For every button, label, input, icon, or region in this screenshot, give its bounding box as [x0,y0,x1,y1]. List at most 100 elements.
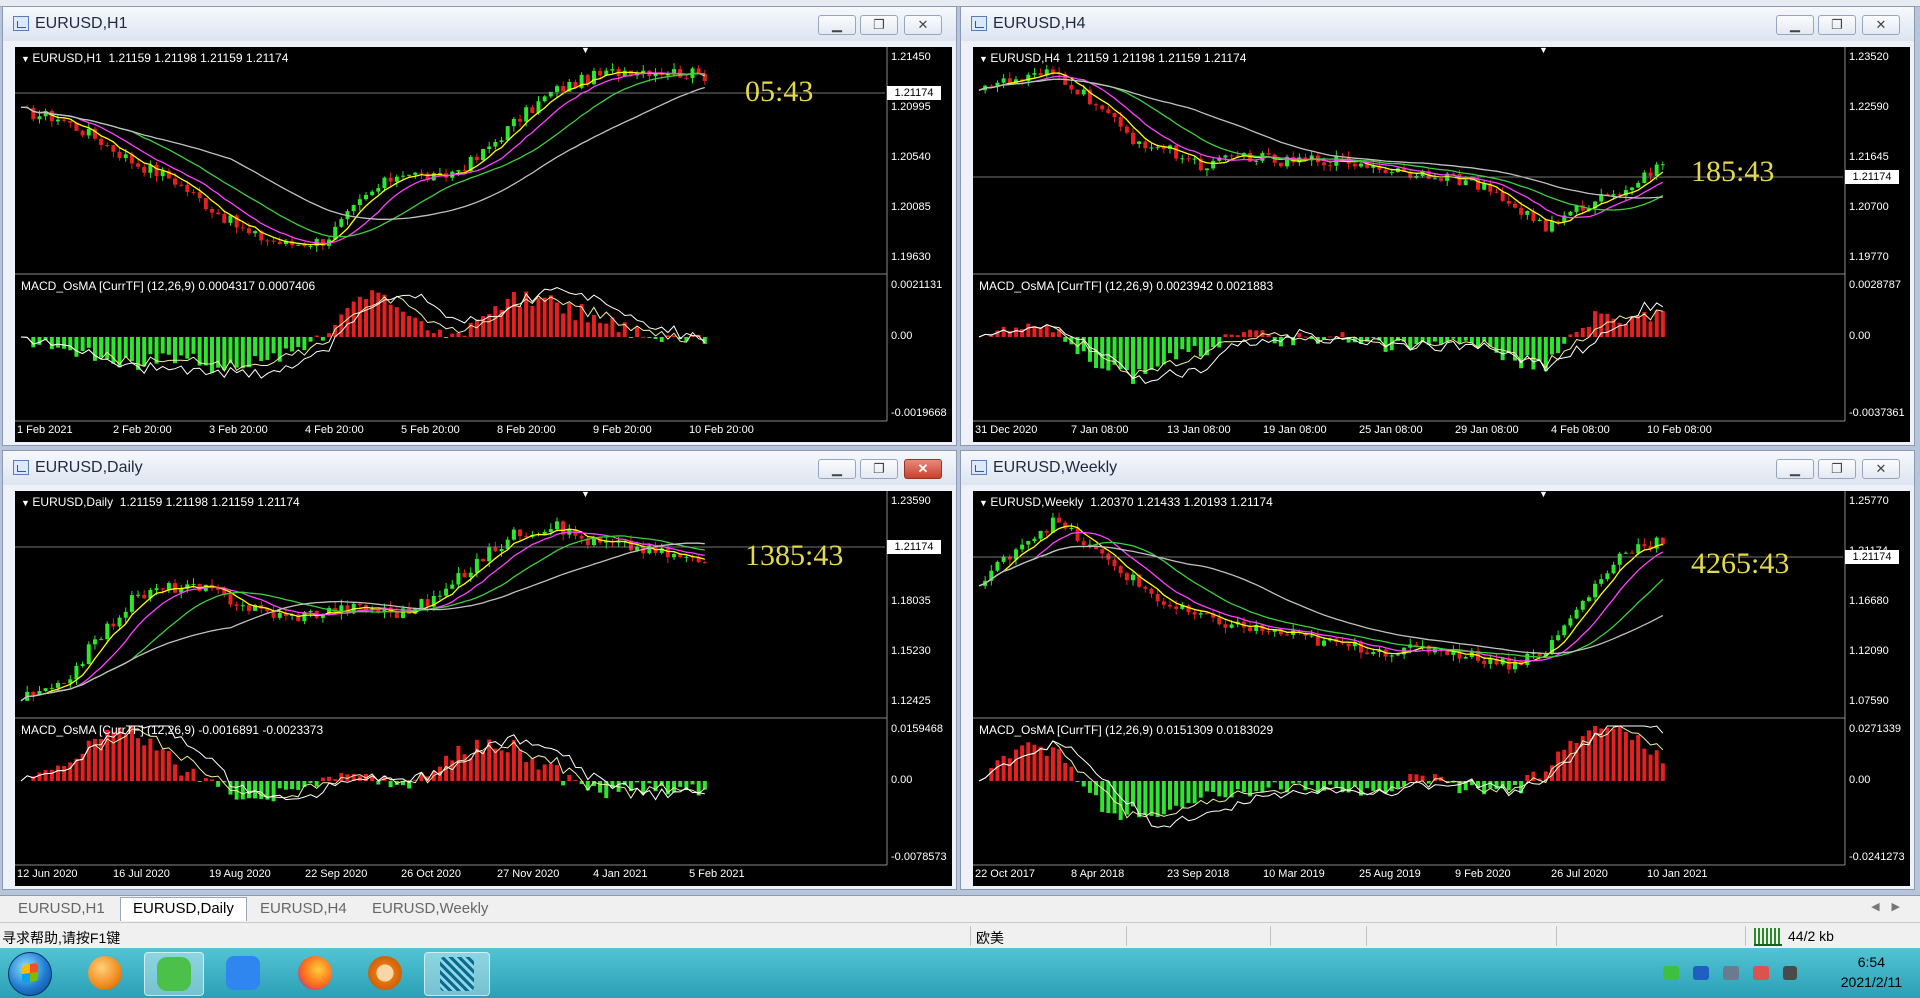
shield-icon[interactable] [1693,966,1709,980]
close-button[interactable]: ✕ [904,459,942,479]
symbol-ohlc: EURUSD,H1 1.21159 1.21198 1.21159 1.2117… [32,51,289,65]
candle-body [308,611,313,613]
candle-body [1660,537,1665,545]
macd-histogram-bar [542,764,547,781]
candle-body [989,85,994,87]
macd-histogram-bar [1414,774,1419,781]
window-titlebar[interactable]: EURUSD,H1 ▁ ❐ ✕ [3,7,956,41]
candle-body [1020,544,1025,550]
tab-eurusd-h1[interactable]: EURUSD,H1 [6,898,117,920]
close-button[interactable]: ✕ [1862,15,1900,35]
candle-body [160,170,165,177]
taskbar-app-refresh[interactable] [76,952,134,994]
macd-histogram-bar [160,337,165,354]
price-chart-canvas[interactable]: ▼ EURUSD,H1 1.21159 1.21198 1.21159 1.21… [15,45,952,442]
status-separator [1126,926,1127,946]
candlestick-chart[interactable] [973,47,1910,442]
tab-eurusd-weekly[interactable]: EURUSD,Weekly [360,898,500,920]
chart-shift-marker[interactable]: ▼ [581,45,590,55]
time-axis-label: 5 Feb 2021 [689,868,745,880]
minimize-button[interactable]: ▁ [818,15,856,35]
macd-histogram-bar [370,290,375,337]
collapse-arrow-icon[interactable]: ▼ [979,498,990,508]
collapse-arrow-icon[interactable]: ▼ [21,54,32,64]
signal-icon[interactable] [1783,966,1797,980]
tab-scroll-arrows[interactable]: ◀▶ [1871,900,1912,913]
candle-body [68,120,73,123]
collapse-arrow-icon[interactable]: ▼ [21,498,32,508]
start-button[interactable] [8,952,52,996]
maximize-button[interactable]: ❐ [1818,15,1856,35]
candle-body [240,605,245,607]
chart-shift-marker[interactable]: ▼ [581,489,590,499]
candle-body [173,178,178,185]
time-axis-label: 25 Jan 08:00 [1359,424,1423,436]
candle-body [487,146,492,150]
current-price-tag: 1.21174 [1845,550,1899,564]
minimize-button[interactable]: ▁ [1776,15,1814,35]
wechat-tray-icon[interactable] [1663,966,1679,980]
candle-body [370,191,375,195]
volume-muted-icon[interactable] [1753,966,1769,980]
candle-body [1389,172,1394,174]
taskbar-app-firefox[interactable] [286,952,344,994]
price-chart-canvas[interactable]: ▼ EURUSD,H4 1.21159 1.21198 1.21159 1.21… [973,45,1910,442]
minimize-button[interactable]: ▁ [1776,459,1814,479]
tab-eurusd-h4[interactable]: EURUSD,H4 [248,898,359,920]
macd-histogram-bar [129,337,134,362]
tab-eurusd-daily[interactable]: EURUSD,Daily [120,897,247,921]
window-titlebar[interactable]: EURUSD,Weekly ▁ ❐ ✕ [961,451,1914,485]
macd-histogram-bar [1371,781,1376,791]
macd-histogram-bar [511,291,516,337]
maximize-button[interactable]: ❐ [860,15,898,35]
macd-histogram-bar [80,337,85,351]
network-icon[interactable] [1723,966,1739,980]
collapse-arrow-icon[interactable]: ▼ [979,54,990,64]
maximize-button[interactable]: ❐ [860,459,898,479]
price-axis-label: 1.20540 [891,151,931,163]
candle-body [339,219,344,227]
macd-histogram-bar [511,739,516,781]
close-button[interactable]: ✕ [904,15,942,35]
minimize-button[interactable]: ▁ [818,459,856,479]
candle-body [665,548,670,558]
candle-body [1395,654,1400,656]
price-chart-canvas[interactable]: ▼ EURUSD,Weekly 1.20370 1.21433 1.20193 … [973,489,1910,886]
candle-body [1198,613,1203,615]
macd-axis-label: 0.00 [1849,774,1871,786]
macd-histogram-bar [1303,336,1308,338]
macd-histogram-bar [1371,337,1376,338]
macd-histogram-bar [1549,337,1554,355]
window-titlebar[interactable]: EURUSD,Daily ▁ ❐ ✕ [3,451,956,485]
macd-histogram-bar [524,291,529,337]
chart-shift-marker[interactable]: ▼ [1539,45,1548,55]
window-titlebar[interactable]: EURUSD,H4 ▁ ❐ ✕ [961,7,1914,41]
candle-body [136,163,141,167]
candle-body [185,184,190,192]
close-button[interactable]: ✕ [1862,459,1900,479]
candle-body [1143,586,1148,589]
candle-body [511,118,516,127]
candle-body [1322,640,1326,646]
chart-shift-marker[interactable]: ▼ [1539,489,1548,499]
macd-histogram-bar [283,781,288,790]
candle-body [1100,549,1105,554]
candle-body [55,119,60,122]
taskbar-app-feishu[interactable] [214,952,272,994]
taskbar-app-wechat[interactable] [144,952,204,996]
macd-histogram-bar [444,337,449,339]
candle-body [222,214,227,223]
candle-body [31,107,36,120]
candle-body [86,128,91,136]
macd-histogram-bar [1408,774,1413,781]
price-chart-canvas[interactable]: ▼ EURUSD,Daily 1.21159 1.21198 1.21159 1… [15,489,952,886]
taskbar-app-panda[interactable] [356,952,414,994]
macd-histogram-bar [1611,728,1616,781]
traffic-counter: 44/2 kb [1788,928,1834,944]
system-clock[interactable]: 6:54 2021/2/11 [1841,952,1902,992]
chart-window-h4: EURUSD,H4 ▁ ❐ ✕ ▼ EURUSD,H4 1.21159 1.21198 … [960,6,1915,446]
taskbar-app-mt4[interactable] [424,952,490,996]
maximize-button[interactable]: ❐ [1818,459,1856,479]
time-axis-label: 4 Feb 08:00 [1551,424,1610,436]
macd-histogram-bar [598,781,603,793]
